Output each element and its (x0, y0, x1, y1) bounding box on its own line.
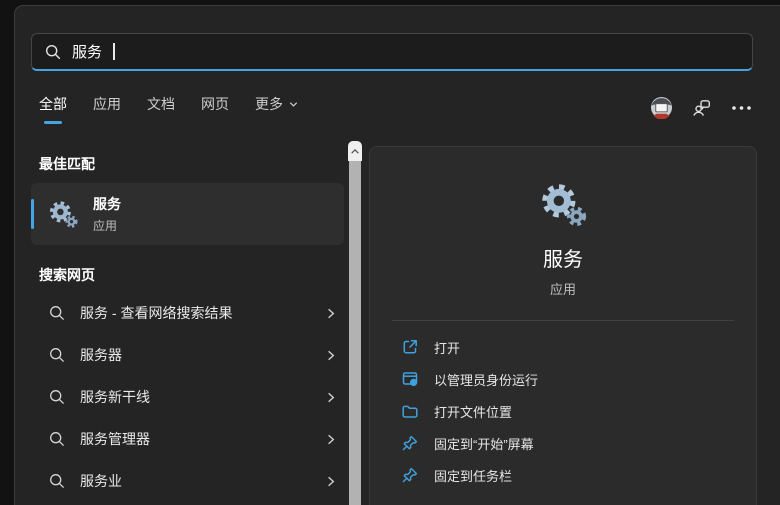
tab-documents[interactable]: 文档 (147, 94, 175, 124)
user-avatar[interactable] (650, 96, 673, 119)
services-gears-icon (49, 200, 78, 228)
best-match-subtitle: 应用 (93, 219, 118, 233)
tab-all[interactable]: 全部 (39, 94, 67, 124)
best-match-header: 最佳匹配 (39, 156, 95, 172)
action-open[interactable]: 打开 (401, 331, 756, 363)
run-as-admin-icon (402, 372, 418, 386)
chevron-right-icon (328, 476, 335, 486)
web-suggestion-row[interactable]: 服务管理器 (31, 418, 344, 460)
chevron-up-icon (351, 148, 359, 154)
tab-web[interactable]: 网页 (201, 94, 229, 124)
windows-search-panel: 服务 全部 应用 文档 网页 更多 最佳匹配 服务 应用 搜索网页 服务 - 查… (0, 0, 780, 505)
more-options-icon[interactable] (731, 105, 752, 111)
action-run-as-admin[interactable]: 以管理员身份运行 (401, 363, 756, 395)
web-suggestions-list: 服务 - 查看网络搜索结果 服务器 服务新干线 服务管理器 服务业 (31, 292, 344, 502)
preview-title: 服务 (543, 249, 583, 271)
action-pin-to-taskbar[interactable]: 固定到任务栏 (401, 459, 756, 491)
selection-accent-bar (31, 199, 34, 229)
search-icon (50, 432, 64, 446)
scrollbar (348, 141, 362, 505)
preview-panel: 服务 应用 打开 以管理员身份运行 打开文件位置 固定到“开始”屏幕 固定到任务… (369, 146, 757, 505)
pin-icon (402, 467, 418, 483)
best-match-title: 服务 (93, 196, 121, 212)
chat-bubble-person-icon[interactable] (692, 98, 712, 118)
search-icon (45, 44, 61, 59)
search-query-text: 服务 (72, 44, 103, 61)
web-suggestion-row[interactable]: 服务新干线 (31, 376, 344, 418)
action-open-file-location[interactable]: 打开文件位置 (401, 395, 756, 427)
best-match-result[interactable]: 服务 应用 (31, 183, 344, 245)
chevron-right-icon (328, 434, 335, 444)
action-list: 打开 以管理员身份运行 打开文件位置 固定到“开始”屏幕 固定到任务栏 (370, 331, 756, 491)
divider (392, 320, 734, 321)
search-filter-tabs: 全部 应用 文档 网页 更多 (39, 94, 299, 124)
search-icon (50, 390, 64, 404)
header-icons (650, 96, 752, 119)
text-caret (113, 43, 115, 60)
services-gears-icon (542, 184, 587, 227)
open-icon (403, 340, 417, 354)
search-icon (50, 348, 64, 362)
tab-apps[interactable]: 应用 (93, 94, 121, 124)
tab-more[interactable]: 更多 (255, 94, 299, 124)
chevron-right-icon (328, 392, 335, 402)
preview-subtitle: 应用 (549, 282, 576, 297)
open-file-location-icon (402, 405, 418, 418)
search-flyout-window: 服务 全部 应用 文档 网页 更多 最佳匹配 服务 应用 搜索网页 服务 - 查… (14, 5, 780, 505)
web-suggestion-row[interactable]: 服务 - 查看网络搜索结果 (31, 292, 344, 334)
best-match-text: 服务 应用 (93, 194, 121, 234)
search-icon (50, 474, 64, 488)
web-suggestion-row[interactable]: 服务业 (31, 460, 344, 502)
chevron-down-icon (289, 101, 298, 107)
web-suggestion-row[interactable]: 服务器 (31, 334, 344, 376)
search-icon (50, 306, 64, 320)
web-search-header: 搜索网页 (39, 267, 95, 283)
scrollbar-thumb[interactable] (349, 161, 361, 505)
action-pin-to-start[interactable]: 固定到“开始”屏幕 (401, 427, 756, 459)
search-input[interactable]: 服务 (31, 33, 753, 71)
chevron-right-icon (328, 308, 335, 318)
scroll-up-button[interactable] (348, 141, 362, 161)
chevron-right-icon (328, 350, 335, 360)
pin-icon (402, 435, 418, 451)
